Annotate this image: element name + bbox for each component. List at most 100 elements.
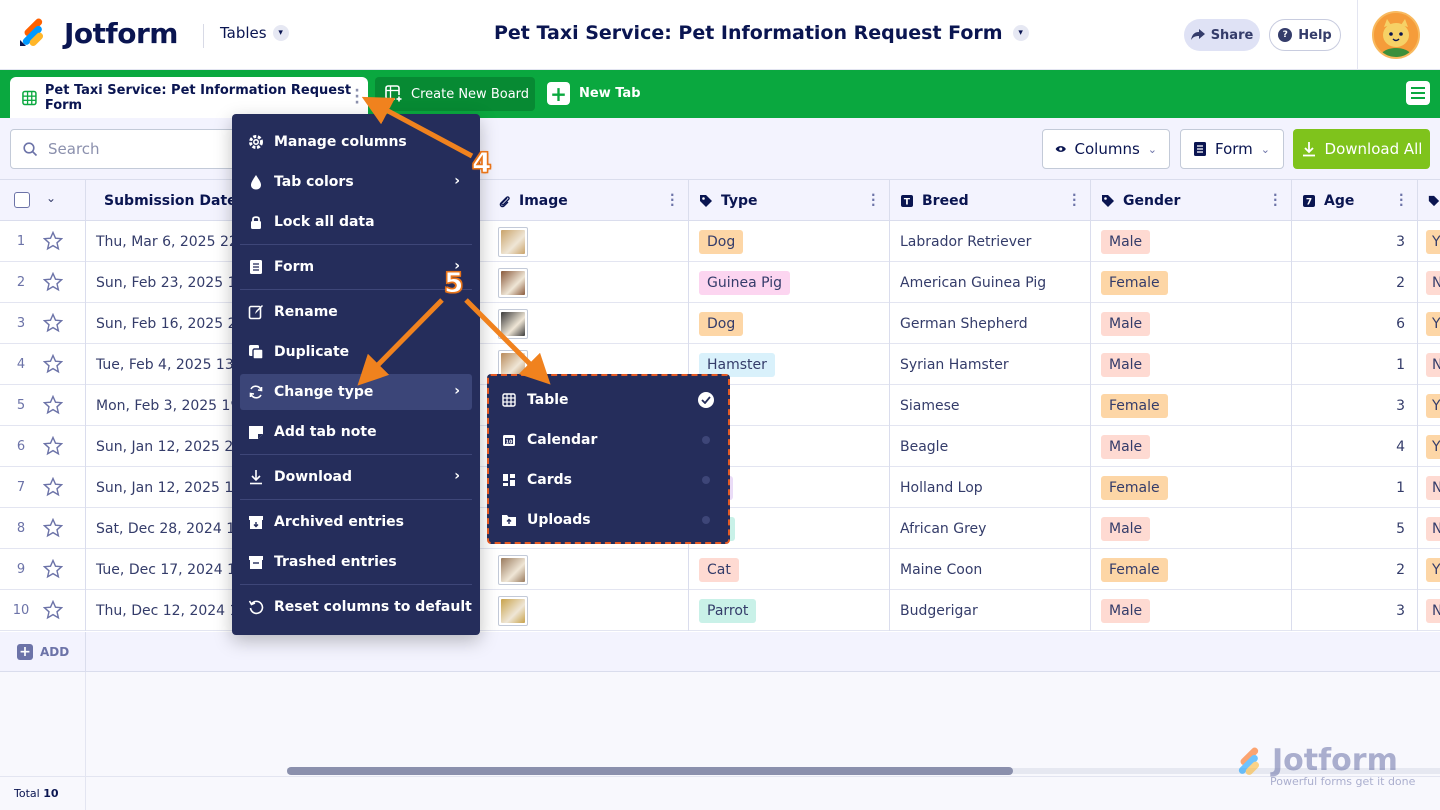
chevron-down-icon[interactable]: ⌄	[46, 191, 56, 205]
cell-image[interactable]	[487, 262, 689, 303]
table-row[interactable]: 3 Sun, Feb 16, 2025 23:5 Dog German Shep…	[0, 303, 1440, 344]
column-options-icon[interactable]: · · ·	[1273, 189, 1278, 211]
cell-image[interactable]	[487, 549, 689, 590]
table-row[interactable]: 10 Thu, Dec 12, 2024 12:5 Parrot Budgeri…	[0, 590, 1440, 631]
cell-next-column[interactable]: N	[1418, 344, 1440, 385]
cell-type[interactable]: Parrot	[689, 590, 890, 631]
cell-gender[interactable]: Male	[1091, 426, 1292, 467]
pet-image-thumbnail[interactable]	[498, 308, 528, 339]
cell-breed[interactable]: Budgerigar	[890, 590, 1091, 631]
new-tab-button[interactable]: + New Tab	[547, 82, 641, 106]
column-header-age[interactable]: 7 Age · · ·	[1292, 180, 1418, 221]
cell-breed[interactable]: Beagle	[890, 426, 1091, 467]
cell-gender[interactable]: Male	[1091, 590, 1292, 631]
cell-next-column[interactable]: N	[1418, 590, 1440, 631]
cell-gender[interactable]: Male	[1091, 303, 1292, 344]
cell-next-column[interactable]: Y	[1418, 426, 1440, 467]
star-icon[interactable]	[43, 395, 63, 415]
menu-item-duplicate[interactable]: Duplicate	[240, 334, 472, 370]
submenu-item-cards[interactable]: Cards	[497, 462, 722, 498]
help-button[interactable]: ? Help	[1269, 19, 1341, 51]
menu-item-manage-columns[interactable]: Manage columns	[240, 124, 472, 160]
menu-item-form[interactable]: Form ›	[240, 249, 472, 285]
pet-image-thumbnail[interactable]	[498, 267, 528, 298]
menu-item-tab-colors[interactable]: Tab colors ›	[240, 164, 472, 200]
cell-age[interactable]: 3	[1292, 221, 1418, 262]
share-button[interactable]: Share	[1184, 19, 1260, 51]
star-icon[interactable]	[43, 559, 63, 579]
menu-item-download[interactable]: Download ›	[240, 459, 472, 495]
cell-age[interactable]: 3	[1292, 590, 1418, 631]
menu-item-lock-all-data[interactable]: Lock all data	[240, 204, 472, 240]
cell-age[interactable]: 1	[1292, 467, 1418, 508]
jotform-logo[interactable]: Jotform	[18, 16, 178, 50]
cell-breed[interactable]: American Guinea Pig	[890, 262, 1091, 303]
cell-age[interactable]: 2	[1292, 549, 1418, 590]
cell-gender[interactable]: Female	[1091, 262, 1292, 303]
cell-submission-date[interactable]: Tue, Dec 17, 2024 10:1	[86, 549, 236, 590]
column-options-icon[interactable]: · · ·	[871, 189, 876, 211]
pet-image-thumbnail[interactable]	[498, 554, 528, 585]
submenu-item-calendar[interactable]: 10 Calendar	[497, 422, 722, 458]
cell-breed[interactable]: Labrador Retriever	[890, 221, 1091, 262]
menu-item-rename[interactable]: Rename	[240, 294, 472, 330]
tables-dropdown[interactable]: Tables ▾	[220, 24, 289, 42]
table-row[interactable]: 2 Sun, Feb 23, 2025 17:4 Guinea Pig Amer…	[0, 262, 1440, 303]
star-icon[interactable]	[43, 354, 63, 374]
column-options-icon[interactable]: · · ·	[670, 189, 675, 211]
menu-item-change-type[interactable]: Change type ›	[240, 374, 472, 410]
tab-options-icon[interactable]: · · ·	[354, 84, 360, 110]
star-icon[interactable]	[43, 272, 63, 292]
cell-submission-date[interactable]: Sun, Jan 12, 2025 17:3	[86, 467, 236, 508]
column-header-next[interactable]	[1418, 180, 1440, 221]
star-icon[interactable]	[43, 477, 63, 497]
cell-next-column[interactable]: N	[1418, 508, 1440, 549]
create-new-board-button[interactable]: Create New Board	[375, 77, 535, 111]
star-icon[interactable]	[43, 600, 63, 620]
cell-age[interactable]: 4	[1292, 426, 1418, 467]
cell-breed[interactable]: Maine Coon	[890, 549, 1091, 590]
cell-type[interactable]: Dog	[689, 221, 890, 262]
columns-button[interactable]: Columns ⌄	[1042, 129, 1170, 169]
column-options-icon[interactable]: · · ·	[1399, 189, 1404, 211]
pet-image-thumbnail[interactable]	[498, 595, 528, 626]
cell-age[interactable]: 1	[1292, 344, 1418, 385]
pet-image-thumbnail[interactable]	[498, 226, 528, 257]
cell-type[interactable]: Cat	[689, 549, 890, 590]
column-header-image[interactable]: Image · · ·	[487, 180, 689, 221]
column-header-gender[interactable]: Gender · · ·	[1091, 180, 1292, 221]
cell-submission-date[interactable]: Sun, Jan 12, 2025 23:5	[86, 426, 236, 467]
cell-breed[interactable]: African Grey	[890, 508, 1091, 549]
table-row[interactable]: 1 Thu, Mar 6, 2025 22:2 Dog Labrador Ret…	[0, 221, 1440, 262]
column-options-icon[interactable]: · · ·	[1072, 189, 1077, 211]
cell-next-column[interactable]: Y	[1418, 221, 1440, 262]
menu-item-trashed-entries[interactable]: Trashed entries	[240, 544, 472, 580]
submenu-item-uploads[interactable]: Uploads	[497, 502, 722, 538]
table-row[interactable]: 9 Tue, Dec 17, 2024 10:1 Cat Maine Coon …	[0, 549, 1440, 590]
cell-type[interactable]: Dog	[689, 303, 890, 344]
user-avatar[interactable]	[1372, 11, 1420, 59]
cell-submission-date[interactable]: Thu, Dec 12, 2024 12:5	[86, 590, 236, 631]
cell-submission-date[interactable]: Sun, Feb 23, 2025 17:4	[86, 262, 236, 303]
hamburger-menu-icon[interactable]	[1406, 81, 1430, 105]
star-icon[interactable]	[43, 231, 63, 251]
cell-type[interactable]: Guinea Pig	[689, 262, 890, 303]
cell-gender[interactable]: Female	[1091, 385, 1292, 426]
cell-breed[interactable]: Syrian Hamster	[890, 344, 1091, 385]
cell-gender[interactable]: Female	[1091, 467, 1292, 508]
column-header-submission-date[interactable]: 10 Submission Date	[86, 180, 236, 221]
cell-gender[interactable]: Male	[1091, 344, 1292, 385]
cell-next-column[interactable]: N	[1418, 262, 1440, 303]
page-title[interactable]: Pet Taxi Service: Pet Information Reques…	[494, 22, 1029, 44]
cell-image[interactable]	[487, 590, 689, 631]
cell-submission-date[interactable]: Mon, Feb 3, 2025 19:0	[86, 385, 236, 426]
cell-age[interactable]: 6	[1292, 303, 1418, 344]
cell-next-column[interactable]: Y	[1418, 303, 1440, 344]
select-all-checkbox[interactable]	[14, 192, 30, 208]
cell-breed[interactable]: German Shepherd	[890, 303, 1091, 344]
submenu-item-table[interactable]: Table	[497, 382, 722, 418]
cell-submission-date[interactable]: Tue, Feb 4, 2025 13:03	[86, 344, 236, 385]
tab-pet-taxi[interactable]: Pet Taxi Service: Pet Information Reques…	[10, 77, 368, 118]
cell-gender[interactable]: Female	[1091, 549, 1292, 590]
cell-submission-date[interactable]: Sun, Feb 16, 2025 23:5	[86, 303, 236, 344]
